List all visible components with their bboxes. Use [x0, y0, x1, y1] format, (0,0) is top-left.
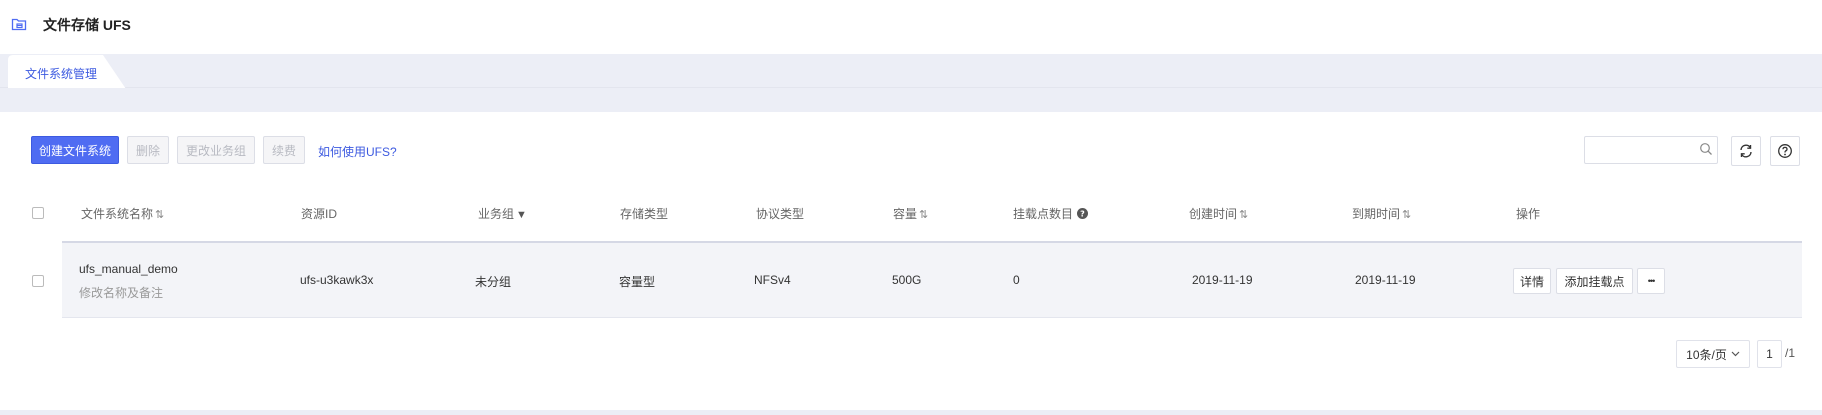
- storage-type: 容量型: [619, 275, 656, 289]
- sort-icon[interactable]: ⇅: [919, 209, 928, 221]
- page-title: 文件存储 UFS: [43, 17, 131, 33]
- column-header-mount-count: 挂载点数目 ?: [1013, 205, 1089, 222]
- capacity: 500G: [892, 273, 922, 287]
- chevron-down-icon: [1731, 351, 1740, 357]
- column-header-group[interactable]: 业务组 ▼: [478, 205, 527, 222]
- add-mount-point-button[interactable]: 添加挂载点: [1556, 268, 1633, 294]
- tab-bar: [0, 54, 1822, 88]
- detail-button[interactable]: 详情: [1513, 268, 1551, 294]
- page-size-select[interactable]: 10条/页: [1676, 340, 1750, 368]
- help-button[interactable]: [1770, 136, 1800, 166]
- sort-icon[interactable]: ⇅: [1239, 209, 1248, 221]
- delete-button[interactable]: 删除: [127, 136, 169, 164]
- select-all-checkbox[interactable]: [32, 207, 44, 219]
- svg-text:?: ?: [1081, 210, 1086, 219]
- filter-icon[interactable]: ▼: [516, 209, 527, 221]
- protocol-type: NFSv4: [754, 273, 791, 287]
- row-checkbox[interactable]: [32, 275, 44, 287]
- business-group: 未分组: [475, 275, 512, 289]
- column-header-actions: 操作: [1516, 207, 1541, 221]
- help-icon: [1778, 144, 1792, 158]
- tab-file-system-management[interactable]: 文件系统管理: [8, 55, 126, 89]
- create-file-system-button[interactable]: 创建文件系统: [31, 136, 119, 164]
- column-header-protocol: 协议类型: [756, 207, 805, 221]
- column-header-resource-id: 资源ID: [301, 207, 338, 221]
- how-to-use-ufs-link[interactable]: 如何使用UFS?: [318, 143, 397, 160]
- mount-count: 0: [1013, 273, 1020, 287]
- column-header-storage-type: 存储类型: [620, 207, 669, 221]
- page-size-label: 10条/页: [1686, 347, 1727, 362]
- sort-icon[interactable]: ⇅: [1402, 209, 1411, 221]
- column-header-created[interactable]: 创建时间 ⇅: [1189, 205, 1248, 222]
- question-icon[interactable]: ?: [1077, 208, 1089, 219]
- search-icon[interactable]: [1699, 142, 1713, 156]
- refresh-button[interactable]: [1731, 136, 1761, 166]
- total-pages: /1: [1785, 346, 1796, 360]
- bottom-separator: [0, 410, 1822, 415]
- created-date: 2019-11-19: [1192, 273, 1253, 287]
- more-options-button[interactable]: •••: [1637, 268, 1665, 294]
- column-header-name[interactable]: 文件系统名称 ⇅: [81, 205, 164, 222]
- expire-date: 2019-11-19: [1355, 273, 1416, 287]
- storage-folder-icon: [11, 18, 27, 31]
- sort-icon[interactable]: ⇅: [155, 209, 164, 221]
- resource-id: ufs-u3kawk3x: [300, 273, 374, 287]
- tab-label: 文件系统管理: [25, 67, 98, 81]
- change-group-button[interactable]: 更改业务组: [177, 136, 255, 164]
- refresh-icon: [1740, 144, 1752, 158]
- app-header: 文件存储 UFS: [0, 0, 1822, 50]
- edit-name-remark-link[interactable]: 修改名称及备注: [79, 284, 163, 301]
- column-header-capacity[interactable]: 容量 ⇅: [893, 205, 928, 222]
- current-page-input[interactable]: 1: [1757, 340, 1782, 368]
- column-header-expires[interactable]: 到期时间 ⇅: [1352, 205, 1411, 222]
- content-separator: [0, 88, 1822, 112]
- renew-button[interactable]: 续费: [263, 136, 305, 164]
- file-system-name: ufs_manual_demo: [79, 262, 178, 276]
- search-input[interactable]: [1584, 136, 1718, 164]
